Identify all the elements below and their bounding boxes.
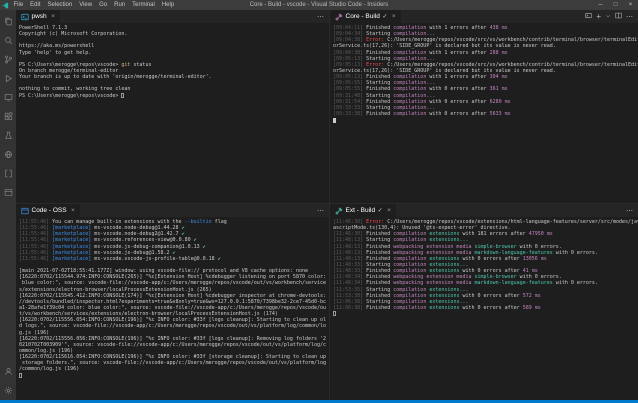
chevron-down-icon[interactable] xyxy=(605,13,611,21)
menu-bar: File Edit Selection View Go Run Terminal… xyxy=(10,0,178,10)
tools-icon xyxy=(335,207,343,215)
pane-core-build: Core - Build ✓ × + ⋯ [09:04:11] Finished… xyxy=(330,10,638,203)
ports-globe-icon[interactable] xyxy=(0,145,16,164)
menu-selection[interactable]: Selection xyxy=(44,0,76,10)
menu-go[interactable]: Go xyxy=(96,0,111,10)
menu-run[interactable]: Run xyxy=(111,0,129,10)
minimize-button[interactable]: ─ xyxy=(593,0,608,10)
split-editor-icon[interactable] xyxy=(615,12,622,21)
tab-close-icon[interactable]: × xyxy=(71,207,75,214)
run-and-debug-icon[interactable] xyxy=(0,69,16,88)
extensions-icon[interactable] xyxy=(0,107,16,126)
new-terminal-icon[interactable]: + xyxy=(596,12,601,21)
menu-terminal[interactable]: Terminal xyxy=(129,0,159,10)
source-control-icon[interactable] xyxy=(0,50,16,69)
core-build-tab-bar: Core - Build ✓ × + ⋯ xyxy=(330,10,638,23)
vscode-insiders-logo-icon xyxy=(0,1,10,9)
core-build-pane-actions: + ⋯ xyxy=(585,10,638,23)
more-actions-icon[interactable]: ⋯ xyxy=(317,13,324,21)
menu-view[interactable]: View xyxy=(76,0,96,10)
tab-core-build[interactable]: Core - Build ✓ × xyxy=(330,10,401,23)
more-actions-icon[interactable]: ⋯ xyxy=(626,13,633,21)
accounts-icon[interactable] xyxy=(0,362,16,381)
pane-ext-build: Ext - Build ✓ × ⋯ [11:46:30] Error: C:/U… xyxy=(330,204,638,400)
core-build-terminal-output[interactable]: [09:04:11] Finished compilation with 1 e… xyxy=(330,23,638,203)
pwsh-tab-bar: pwsh × ⋯ xyxy=(16,10,329,23)
ext-build-pane-actions: ⋯ xyxy=(626,204,638,217)
pane-code-oss: Code - OSS × ⋯ [11:55:46] You can manage… xyxy=(16,204,329,400)
tab-pwsh[interactable]: pwsh × xyxy=(16,10,60,23)
menu-file[interactable]: File xyxy=(10,0,27,10)
code-oss-pane-actions: ⋯ xyxy=(317,204,329,217)
menu-help[interactable]: Help xyxy=(158,0,177,10)
terminal-line xyxy=(333,117,638,124)
tools-icon xyxy=(335,13,343,21)
testing-beaker-icon[interactable] xyxy=(0,126,16,145)
terminal-line: d logs.", source: vscode-file://vscode-a… xyxy=(19,323,327,330)
references-icon[interactable] xyxy=(0,164,16,183)
pwsh-pane-actions: ⋯ xyxy=(317,10,329,23)
ext-build-terminal-output[interactable]: [11:46:30] Error: C:/Users/merogge/repos… xyxy=(330,217,638,400)
maximize-button[interactable]: □ xyxy=(608,0,623,10)
task-success-check-icon: ✓ xyxy=(382,14,388,20)
tab-close-icon[interactable]: × xyxy=(392,13,396,20)
tab-ext-build[interactable]: Ext - Build ✓ × xyxy=(330,204,396,217)
tab-code-oss[interactable]: Code - OSS × xyxy=(16,204,80,217)
terminal-icon xyxy=(21,13,29,21)
code-oss-tab-bar: Code - OSS × ⋯ xyxy=(16,204,329,217)
editor-grid: pwsh × ⋯ PowerShell 7.1.3 Copyright (c) M… xyxy=(16,10,638,400)
terminal-line xyxy=(19,372,329,379)
code-oss-terminal-output[interactable]: [11:55:46] You can manage built-in exten… xyxy=(16,217,329,400)
title-bar: File Edit Selection View Go Run Terminal… xyxy=(0,0,638,10)
more-actions-icon[interactable]: ⋯ xyxy=(626,207,633,215)
ext-build-tab-bar: Ext - Build ✓ × ⋯ xyxy=(330,204,638,217)
activity-bar xyxy=(0,10,16,400)
pwsh-terminal-output[interactable]: PowerShell 7.1.3 Copyright (c) Microsoft … xyxy=(16,23,329,203)
tab-label: Ext - Build xyxy=(345,207,376,214)
terminal-line xyxy=(333,311,638,317)
tab-label: Core - Build xyxy=(345,13,380,20)
tab-close-icon[interactable]: × xyxy=(387,207,391,214)
search-icon[interactable] xyxy=(0,31,16,50)
explorer-icon[interactable] xyxy=(0,12,16,31)
tab-label: pwsh xyxy=(31,13,47,20)
preview-icon[interactable] xyxy=(0,183,16,202)
tab-close-icon[interactable]: × xyxy=(51,13,55,20)
remote-explorer-icon[interactable] xyxy=(0,88,16,107)
workbench: pwsh × ⋯ PowerShell 7.1.3 Copyright (c) M… xyxy=(0,10,638,400)
terminal-line: PS C:\Users\merogge\repos\vscode> xyxy=(19,92,329,99)
window-icon xyxy=(21,207,29,215)
launch-profile-icon[interactable] xyxy=(585,12,592,21)
menu-edit[interactable]: Edit xyxy=(27,0,44,10)
close-button[interactable]: × xyxy=(623,0,638,10)
window-controls: ─ □ × xyxy=(593,0,638,10)
task-success-check-icon: ✓ xyxy=(377,208,383,214)
more-actions-icon[interactable]: ⋯ xyxy=(317,207,324,215)
tab-label: Code - OSS xyxy=(31,207,67,214)
pane-pwsh: pwsh × ⋯ PowerShell 7.1.3 Copyright (c) M… xyxy=(16,10,329,203)
settings-gear-icon[interactable] xyxy=(0,381,16,400)
